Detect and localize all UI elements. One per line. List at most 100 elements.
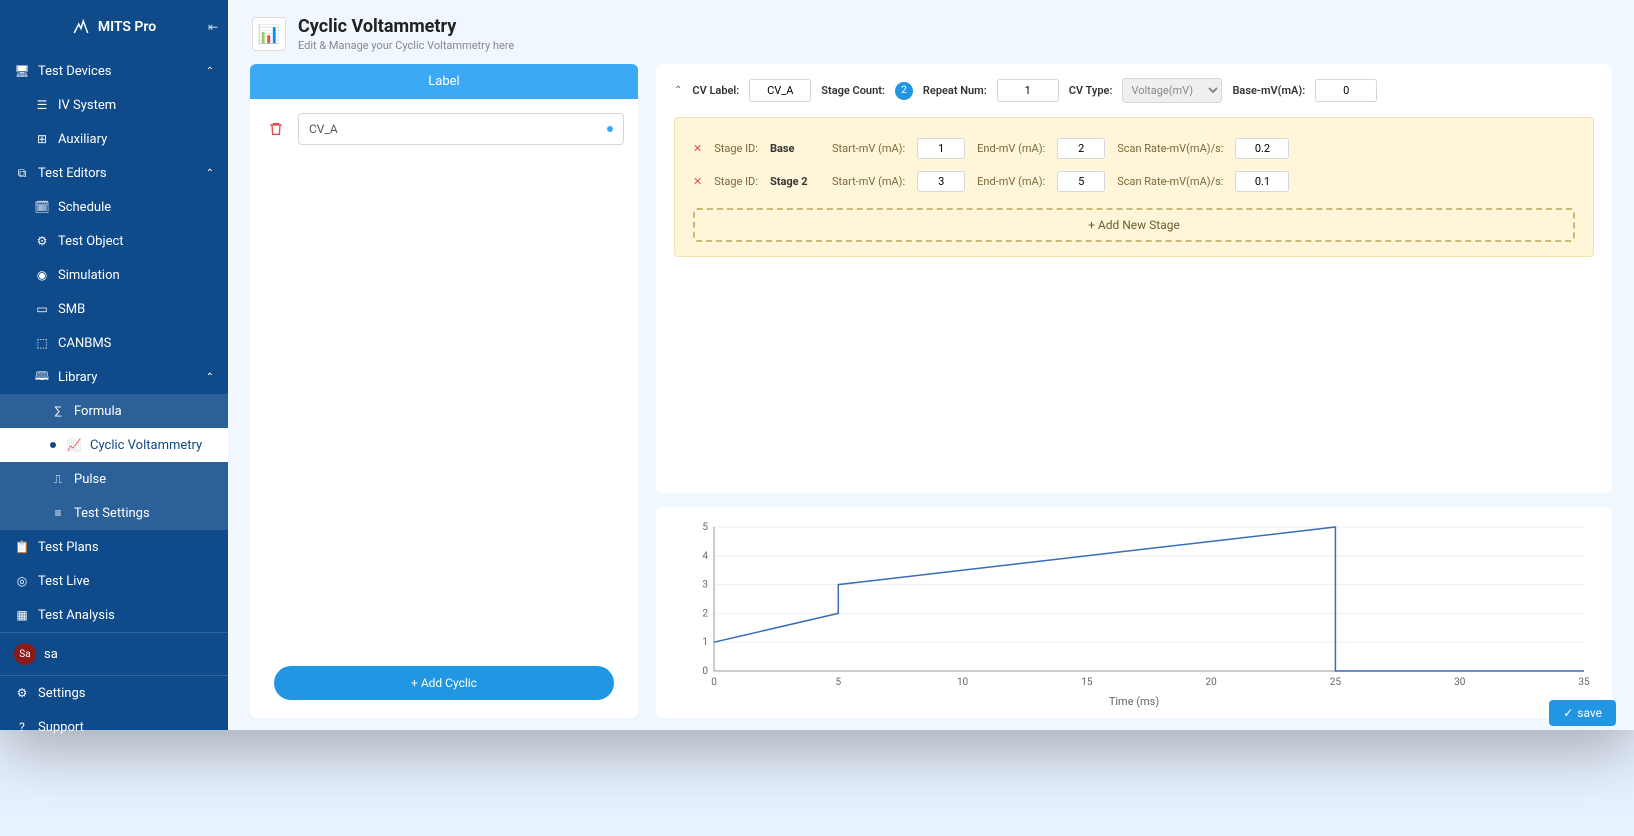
end-label: End-mV (mA): xyxy=(977,175,1045,188)
sidebar-label: Support xyxy=(38,720,84,735)
sidebar-label: Simulation xyxy=(58,268,120,283)
add-cyclic-button[interactable]: + Add Cyclic xyxy=(274,666,614,700)
start-input[interactable] xyxy=(917,138,965,159)
save-button[interactable]: ✓ save xyxy=(1549,700,1616,726)
sidebar-item-test-settings[interactable]: ≡ Test Settings xyxy=(0,496,228,530)
sidebar-label: Auxiliary xyxy=(58,132,107,147)
stage-count-badge: 2 xyxy=(895,82,913,100)
sidebar-item-support[interactable]: ? Support xyxy=(0,710,228,744)
sidebar-item-test-plans[interactable]: 📋 Test Plans xyxy=(0,530,228,564)
page-subtitle: Edit & Manage your Cyclic Voltammetry he… xyxy=(298,39,514,52)
stage-id-label: Stage ID: xyxy=(714,175,758,188)
svg-text:35: 35 xyxy=(1578,677,1590,688)
sidebar-collapse-button[interactable]: ⇤ xyxy=(208,20,218,34)
sidebar-item-auxiliary[interactable]: ⊞ Auxiliary xyxy=(0,122,228,156)
sidebar-label: Test Live xyxy=(38,574,89,589)
sidebar-item-pulse[interactable]: ⎍ Pulse xyxy=(0,462,228,496)
rate-input[interactable] xyxy=(1235,171,1289,192)
app-window: MITS Pro ⇤ 🖥 Test Devices ⌃ ☰ IV System … xyxy=(0,0,1634,730)
sidebar-label: Cyclic Voltammetry xyxy=(90,438,202,453)
end-input[interactable] xyxy=(1057,138,1105,159)
sidebar-item-simulation[interactable]: ◉ Simulation xyxy=(0,258,228,292)
user-row[interactable]: Sa sa xyxy=(0,633,228,675)
gear-icon: ⚙ xyxy=(34,233,50,249)
svg-text:30: 30 xyxy=(1454,677,1466,688)
sidebar-item-canbms[interactable]: ⬚ CANBMS xyxy=(0,326,228,360)
chart-icon: 📊 xyxy=(252,17,286,51)
cv-label-input[interactable] xyxy=(749,79,811,102)
stage-row: ✕ Stage ID: Stage 2 Start-mV (mA): End-m… xyxy=(693,165,1575,198)
right-panel: ⌃ CV Label: Stage Count: 2 Repeat Num: C… xyxy=(656,64,1612,718)
repeat-num-input[interactable] xyxy=(997,79,1059,102)
collapse-arrow-icon[interactable]: ⌃ xyxy=(674,85,682,96)
remove-stage-button[interactable]: ✕ xyxy=(693,175,702,188)
sidebar-item-cyclic-voltammetry[interactable]: 📈 Cyclic Voltammetry xyxy=(0,428,228,462)
start-input[interactable] xyxy=(917,171,965,192)
sidebar-item-formula[interactable]: ∑ Formula xyxy=(0,394,228,428)
sidebar-item-test-object[interactable]: ⚙ Test Object xyxy=(0,224,228,258)
start-label: Start-mV (mA): xyxy=(832,142,905,155)
sidebar-item-test-devices[interactable]: 🖥 Test Devices ⌃ xyxy=(0,54,228,88)
sidebar-label: Test Settings xyxy=(74,506,150,521)
config-card: ⌃ CV Label: Stage Count: 2 Repeat Num: C… xyxy=(656,64,1612,493)
svg-text:10: 10 xyxy=(957,677,969,688)
sidebar-item-settings[interactable]: ⚙ Settings xyxy=(0,676,228,710)
check-icon: ✓ xyxy=(1563,706,1573,720)
page-titles: Cyclic Voltammetry Edit & Manage your Cy… xyxy=(298,16,514,52)
page-title: Cyclic Voltammetry xyxy=(298,16,514,37)
chevron-up-icon: ⌃ xyxy=(206,66,214,77)
sidebar-item-schedule[interactable]: 🗓 Schedule xyxy=(0,190,228,224)
editor-icon: ⧉ xyxy=(14,165,30,181)
simulation-icon: ◉ xyxy=(34,267,50,283)
help-icon: ? xyxy=(14,719,30,735)
sidebar-item-test-analysis[interactable]: ▦ Test Analysis xyxy=(0,598,228,632)
cv-type-select[interactable]: Voltage(mV) xyxy=(1122,78,1222,103)
stage-id-label: Stage ID: xyxy=(714,142,758,155)
sidebar-item-test-editors[interactable]: ⧉ Test Editors ⌃ xyxy=(0,156,228,190)
stage-id-value: Stage 2 xyxy=(770,175,820,188)
plus-box-icon: ⊞ xyxy=(34,131,50,147)
cv-type-label: CV Type: xyxy=(1069,84,1113,97)
sidebar-label: Schedule xyxy=(58,200,111,215)
sidebar-item-library[interactable]: 🕮 Library ⌃ xyxy=(0,360,228,394)
svg-text:25: 25 xyxy=(1330,677,1342,688)
sidebar-label: Pulse xyxy=(74,472,106,487)
stage-count-label: Stage Count: xyxy=(821,84,885,97)
sliders-icon: ≡ xyxy=(50,505,66,521)
cyclic-row: CV_A xyxy=(264,113,624,145)
sidebar-item-smb[interactable]: ▭ SMB xyxy=(0,292,228,326)
svg-text:4: 4 xyxy=(702,551,708,562)
svg-text:0: 0 xyxy=(702,666,708,677)
monitor-icon: 🖥 xyxy=(14,63,30,79)
remove-stage-button[interactable]: ✕ xyxy=(693,142,702,155)
cyclic-name-input[interactable]: CV_A xyxy=(298,113,624,145)
library-icon: 🕮 xyxy=(34,369,50,385)
save-label: save xyxy=(1577,706,1602,720)
page-header: 📊 Cyclic Voltammetry Edit & Manage your … xyxy=(228,0,1634,64)
chip-icon: ▭ xyxy=(34,301,50,317)
list-header: Label xyxy=(250,64,638,99)
rate-input[interactable] xyxy=(1235,138,1289,159)
add-stage-button[interactable]: + Add New Stage xyxy=(693,208,1575,242)
sidebar-item-iv-system[interactable]: ☰ IV System xyxy=(0,88,228,122)
config-row: ⌃ CV Label: Stage Count: 2 Repeat Num: C… xyxy=(674,78,1594,103)
sidebar-header: MITS Pro ⇤ xyxy=(0,0,228,54)
sidebar-item-test-live[interactable]: ◎ Test Live xyxy=(0,564,228,598)
clipboard-icon: 📋 xyxy=(14,539,30,555)
sidebar-label: Test Plans xyxy=(38,540,99,555)
server-icon: ☰ xyxy=(34,97,50,113)
base-input[interactable] xyxy=(1315,79,1377,102)
can-icon: ⬚ xyxy=(34,335,50,351)
svg-text:0: 0 xyxy=(711,677,717,688)
sidebar-label: Test Analysis xyxy=(38,608,115,623)
delete-button[interactable] xyxy=(264,117,288,141)
sidebar-label: SMB xyxy=(58,302,85,317)
svg-text:5: 5 xyxy=(835,677,841,688)
sidebar-bottom: Sa sa ⚙ Settings ? Support xyxy=(0,632,228,744)
cv-icon: 📈 xyxy=(66,437,82,453)
grid-icon: ▦ xyxy=(14,607,30,623)
end-input[interactable] xyxy=(1057,171,1105,192)
stage-id-value: Base xyxy=(770,142,820,155)
svg-text:5: 5 xyxy=(702,522,708,533)
sidebar-label: Settings xyxy=(38,686,85,701)
